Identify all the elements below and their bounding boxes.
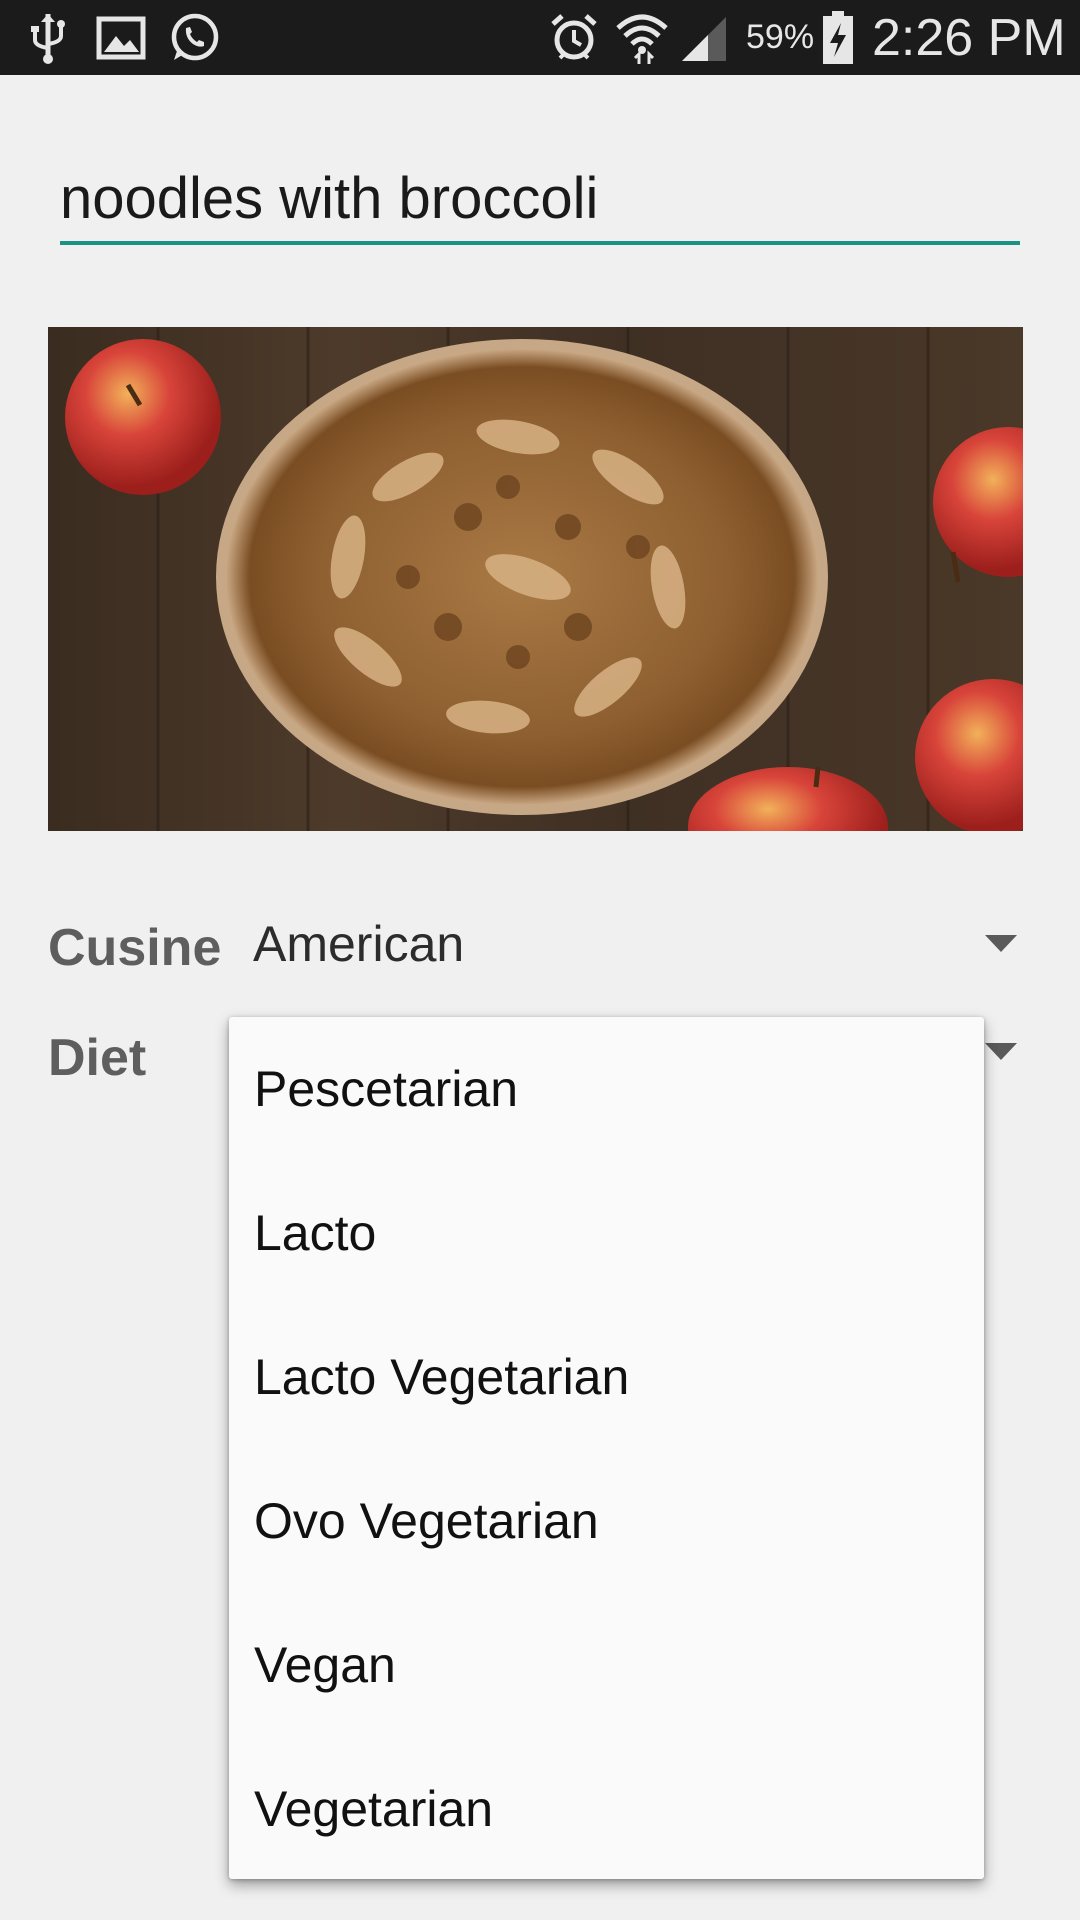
battery-percent: 59%: [746, 18, 815, 56]
diet-option-lacto[interactable]: Lacto: [229, 1161, 984, 1305]
usb-icon: [28, 10, 68, 66]
recipe-search-field[interactable]: [60, 150, 1020, 245]
wifi-icon: [614, 10, 670, 66]
diet-option-vegetarian[interactable]: Vegetarian: [229, 1737, 984, 1881]
cuisine-dropdown-arrow-icon[interactable]: [985, 935, 1017, 952]
clock: 2:26 PM: [872, 8, 1066, 67]
diet-option-vegan[interactable]: Vegan: [229, 1593, 984, 1737]
whatsapp-icon: [166, 10, 222, 66]
diet-label: Diet: [48, 1029, 147, 1087]
signal-icon: [678, 10, 730, 66]
cuisine-spinner-value[interactable]: American: [253, 915, 464, 973]
diet-option-lacto-vegetarian[interactable]: Lacto Vegetarian: [229, 1305, 984, 1449]
recipe-image: [48, 327, 1023, 831]
diet-dropdown-arrow-icon[interactable]: [985, 1043, 1017, 1060]
status-bar: 59% 2:26 PM: [0, 0, 1080, 75]
image-icon: [95, 10, 147, 66]
diet-option-ovo-vegetarian[interactable]: Ovo Vegetarian: [229, 1449, 984, 1593]
cuisine-label: Cusine: [48, 919, 222, 977]
diet-option-pescetarian[interactable]: Pescetarian: [229, 1017, 984, 1161]
battery-charging-icon: [820, 10, 856, 66]
recipe-search-input[interactable]: [60, 165, 1020, 232]
alarm-icon: [548, 10, 600, 66]
diet-dropdown-menu: Pescetarian Lacto Lacto Vegetarian Ovo V…: [229, 1017, 984, 1879]
